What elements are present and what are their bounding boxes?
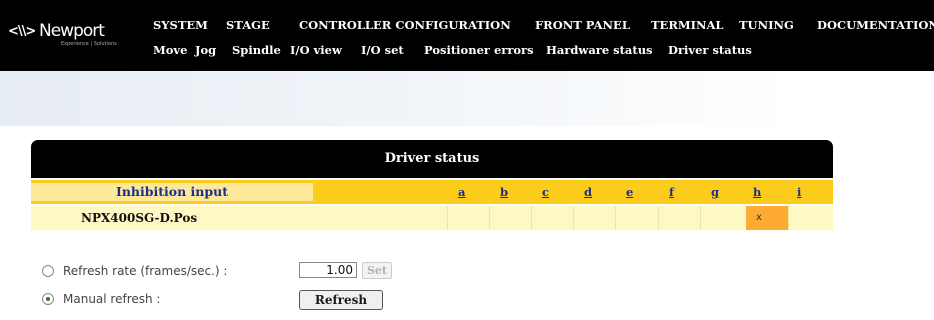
- refresh-rate-input[interactable]: [299, 262, 357, 278]
- manual-refresh-radio[interactable]: [42, 293, 54, 305]
- menu-front-panel[interactable]: FRONT PANEL: [535, 18, 630, 32]
- column-a-link[interactable]: a: [458, 185, 465, 199]
- column-b-link[interactable]: b: [500, 185, 508, 199]
- menu-controller-configuration[interactable]: CONTROLLER CONFIGURATION: [299, 18, 511, 32]
- inhibition-input-header: Inhibition input: [31, 183, 313, 201]
- manual-refresh-label: Manual refresh :: [63, 292, 161, 306]
- column-i-link[interactable]: i: [797, 185, 801, 199]
- menu-system[interactable]: SYSTEM: [153, 18, 208, 32]
- menu-tuning[interactable]: TUNING: [739, 18, 794, 32]
- row-driver-name: NPX400SG-D.Pos: [81, 211, 198, 225]
- active-inhibition-cell: [746, 206, 788, 230]
- submenu-io-set[interactable]: I/O set: [361, 43, 404, 57]
- submenu-hardware-status[interactable]: Hardware status: [546, 43, 653, 57]
- refresh-button[interactable]: Refresh: [299, 290, 383, 310]
- cell-divider: [615, 206, 616, 230]
- panel-title: Driver status: [384, 151, 480, 166]
- cell-divider: [531, 206, 532, 230]
- column-d-link[interactable]: d: [584, 185, 592, 199]
- menu-stage[interactable]: STAGE: [226, 18, 270, 32]
- submenu-jog[interactable]: Jog: [195, 43, 216, 57]
- header-band: [0, 71, 934, 126]
- cell-divider: [573, 206, 574, 230]
- panel-header: Driver status: [31, 140, 833, 178]
- refresh-rate-label: Refresh rate (frames/sec.) :: [63, 264, 228, 278]
- submenu-io-view[interactable]: I/O view: [290, 43, 342, 57]
- menu-terminal[interactable]: TERMINAL: [651, 18, 724, 32]
- cell-divider: [658, 206, 659, 230]
- submenu-positioner-errors[interactable]: Positioner errors: [424, 43, 534, 57]
- inhibition-mark: x: [756, 212, 762, 223]
- cell-divider: [489, 206, 490, 230]
- newport-mark-icon: <\\>: [8, 24, 36, 39]
- brand-name: Newport: [39, 21, 105, 41]
- column-g-link[interactable]: g: [711, 185, 719, 199]
- cell-divider: [447, 206, 448, 230]
- cell-divider: [788, 206, 789, 230]
- top-nav-bar: <\\> Newport Experience | Solutions SYST…: [0, 0, 934, 71]
- submenu-spindle[interactable]: Spindle: [232, 43, 281, 57]
- cell-divider: [700, 206, 701, 230]
- submenu-driver-status[interactable]: Driver status: [668, 43, 752, 57]
- column-f-link[interactable]: f: [669, 185, 674, 199]
- column-e-link[interactable]: e: [626, 185, 633, 199]
- set-button[interactable]: Set: [362, 262, 392, 279]
- refresh-rate-radio[interactable]: [42, 265, 54, 277]
- column-c-link[interactable]: c: [542, 185, 549, 199]
- column-h-link[interactable]: h: [753, 185, 761, 199]
- submenu-move[interactable]: Move: [153, 43, 187, 57]
- newport-logo: <\\> Newport Experience | Solutions: [8, 18, 138, 58]
- brand-tagline: Experience | Solutions: [61, 41, 117, 47]
- radio-selected-dot: [46, 297, 50, 301]
- menu-documentation[interactable]: DOCUMENTATION: [817, 18, 934, 32]
